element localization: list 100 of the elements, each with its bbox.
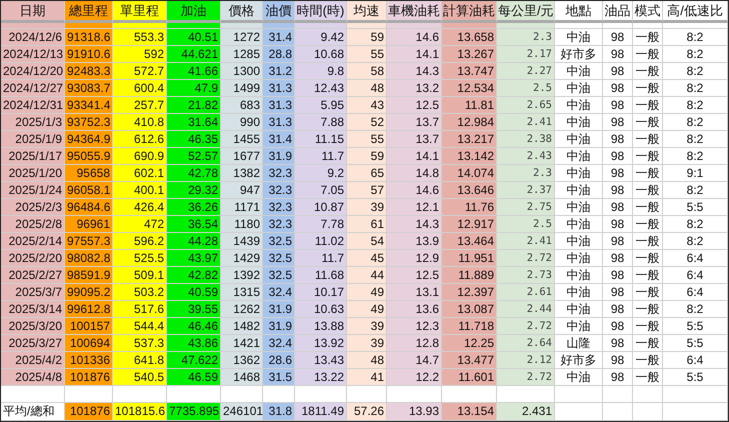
table-cell: 一般 (633, 114, 663, 131)
table-cell: 572.7 (113, 63, 167, 80)
table-cell: 13.477 (442, 352, 497, 369)
table-cell: 36.54 (167, 216, 221, 233)
table-cell: 2025/1/3 (1, 114, 65, 131)
table-cell: 1285 (221, 46, 263, 63)
table-cell: 58 (347, 63, 387, 80)
table-cell: 96961 (65, 216, 113, 233)
column-header: 單里程 (113, 1, 167, 23)
table-cell: 2.27 (497, 63, 555, 80)
column-header: 均速 (347, 1, 387, 23)
table-cell: 2.38 (497, 131, 555, 148)
table-cell: 14.1 (387, 46, 442, 63)
table-cell: 11.601 (442, 369, 497, 386)
table-cell: 517.6 (113, 301, 167, 318)
table-cell: 28.8 (263, 46, 295, 63)
table-cell: 1300 (221, 63, 263, 80)
table-cell: 91910.6 (65, 46, 113, 63)
column-header: 時間(時) (295, 1, 347, 23)
table-cell: 98 (603, 216, 633, 233)
table-cell: 98 (603, 352, 633, 369)
table-cell: 14.8 (387, 165, 442, 182)
table-cell: 6:4 (663, 352, 728, 369)
table-cell: 49 (347, 284, 387, 301)
table-cell: 一般 (633, 352, 663, 369)
table-cell: 2025/1/9 (1, 131, 65, 148)
table-cell: 2025/3/27 (1, 335, 65, 352)
table-cell: 101815.6 (113, 403, 167, 421)
table-cell: 9:1 (663, 165, 728, 182)
table-cell: 一般 (633, 131, 663, 148)
table-cell: 1392 (221, 267, 263, 284)
table-cell: 257.7 (113, 97, 167, 114)
table-cell: 11.7 (295, 250, 347, 267)
table-cell: 11.889 (442, 267, 497, 284)
table-cell: 1272 (221, 29, 263, 46)
table-cell: 31.9 (263, 148, 295, 165)
table-cell: 93341.4 (65, 97, 113, 114)
table-cell: 2025/3/14 (1, 301, 65, 318)
table-cell: 11.81 (442, 97, 497, 114)
table-cell: 2024/12/13 (1, 46, 65, 63)
column-header: 地點 (555, 1, 603, 23)
table-cell: 100694 (65, 335, 113, 352)
table-cell: 94364.9 (65, 131, 113, 148)
table-cell: 61 (347, 216, 387, 233)
table-cell: 1421 (221, 335, 263, 352)
table-cell: 31.3 (263, 97, 295, 114)
table-cell: 14.6 (387, 29, 442, 46)
empty-cell (663, 403, 728, 421)
column-header: 模式 (633, 1, 663, 23)
table-cell: 98 (603, 318, 633, 335)
table-cell: 一般 (633, 63, 663, 80)
table-cell: 一般 (633, 165, 663, 182)
table-cell: 12.43 (295, 80, 347, 97)
empty-cell (603, 403, 633, 421)
table-cell: 42.78 (167, 165, 221, 182)
table-cell: 503.2 (113, 284, 167, 301)
table-cell: 98 (603, 284, 633, 301)
table-cell: 中油 (555, 301, 603, 318)
table-cell: 98 (603, 301, 633, 318)
table-cell: 32.4 (263, 335, 295, 352)
table-cell: 14.3 (387, 216, 442, 233)
table-cell: 中油 (555, 131, 603, 148)
table-cell: 1171 (221, 199, 263, 216)
column-header: 價格 (221, 1, 263, 23)
table-cell: 2.41 (497, 233, 555, 250)
table-cell: 32.5 (263, 267, 295, 284)
table-cell: 98 (603, 63, 633, 80)
table-cell: 690.9 (113, 148, 167, 165)
table-cell: 57 (347, 182, 387, 199)
empty-cell (633, 403, 663, 421)
table-cell: 中油 (555, 80, 603, 97)
table-cell: 43 (347, 97, 387, 114)
table-cell: 101876 (65, 403, 113, 421)
table-cell: 中油 (555, 369, 603, 386)
table-cell: 39.55 (167, 301, 221, 318)
table-cell: 1382 (221, 165, 263, 182)
table-cell: 7.78 (295, 216, 347, 233)
table-cell: 31.9 (263, 318, 295, 335)
table-cell: 2025/1/17 (1, 148, 65, 165)
table-cell: 一般 (633, 284, 663, 301)
table-cell: 一般 (633, 369, 663, 386)
table-cell: 2.72 (497, 369, 555, 386)
table-cell: 32.3 (263, 216, 295, 233)
table-cell: 中油 (555, 216, 603, 233)
table-cell: 52.57 (167, 148, 221, 165)
table-cell: 12.2 (387, 369, 442, 386)
table-cell: 12.984 (442, 114, 497, 131)
table-cell: 2024/12/27 (1, 80, 65, 97)
table-cell: 11.15 (295, 131, 347, 148)
table-cell: 98 (603, 199, 633, 216)
table-cell: 8:2 (663, 131, 728, 148)
table-cell: 13.2 (387, 80, 442, 97)
table-cell: 47.622 (167, 352, 221, 369)
table-cell: 一般 (633, 80, 663, 97)
table-cell: 31.2 (263, 63, 295, 80)
table-cell: 48 (347, 80, 387, 97)
table-cell: 2025/2/3 (1, 199, 65, 216)
table-cell: 5:5 (663, 199, 728, 216)
table-cell: 426.4 (113, 199, 167, 216)
empty-cell (663, 386, 728, 403)
